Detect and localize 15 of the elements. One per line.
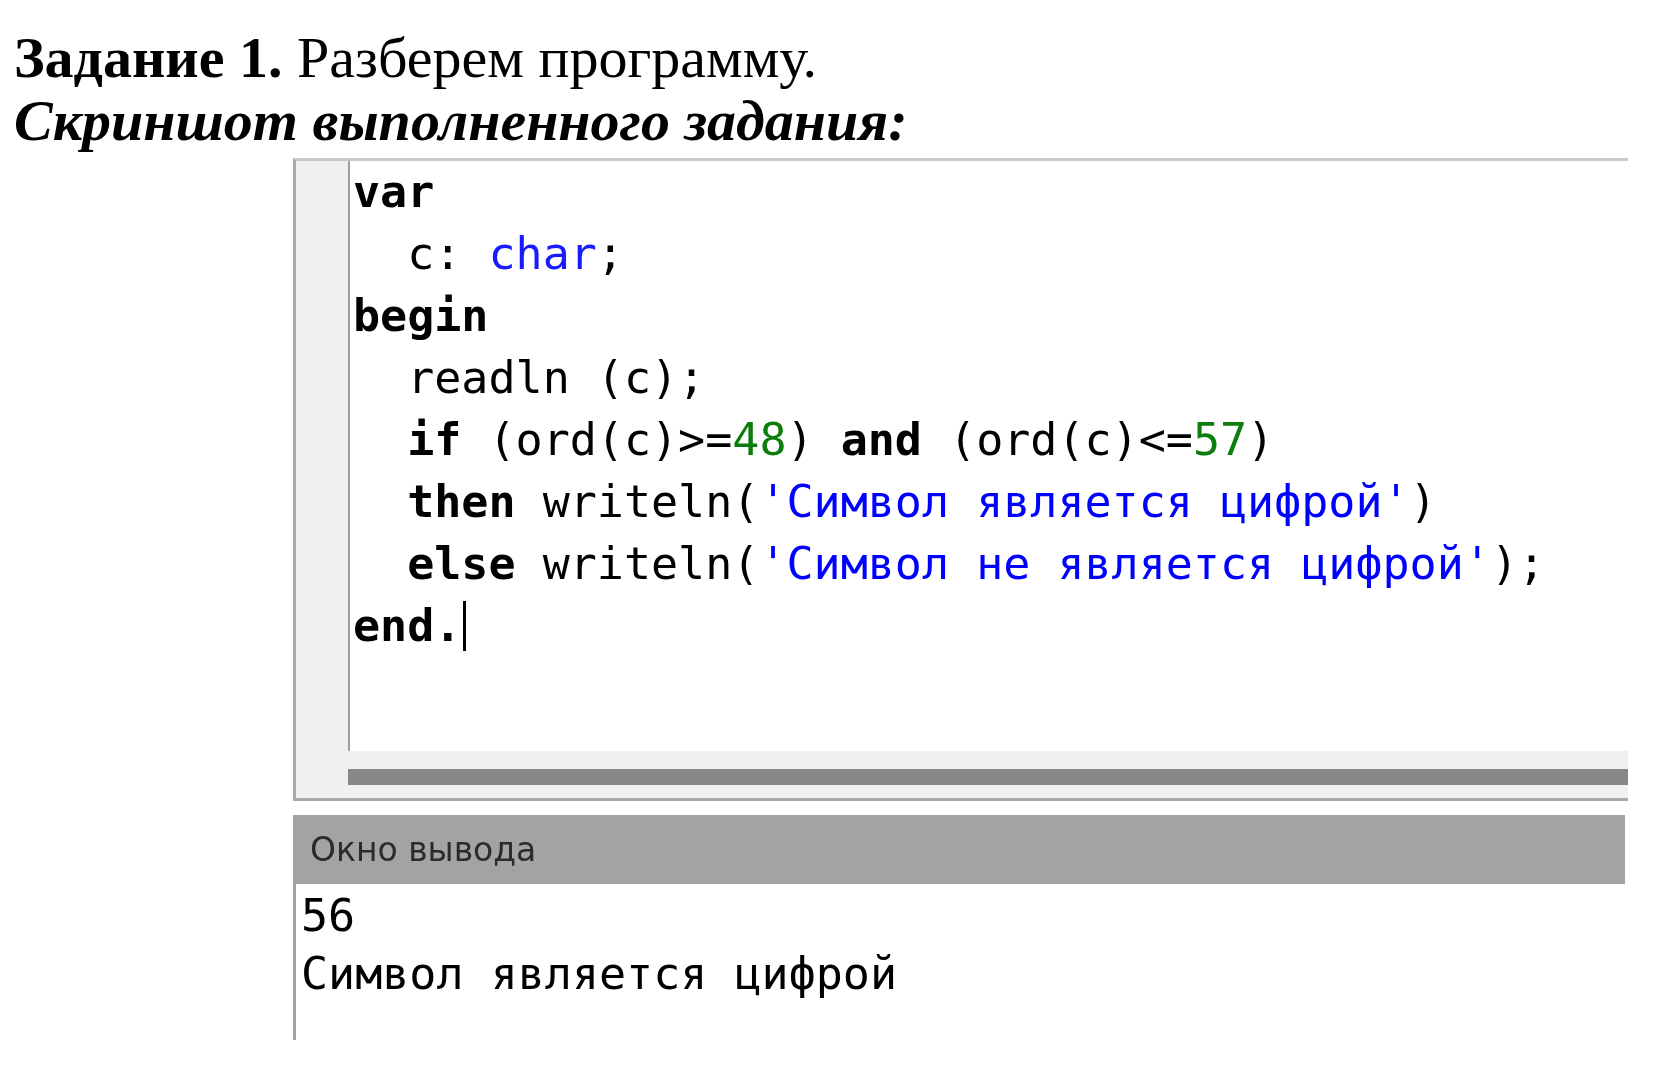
code-line: end. xyxy=(353,598,462,654)
output-panel-title: Окно вывода xyxy=(293,815,1625,884)
output-line: Символ является цифрой xyxy=(301,946,898,1002)
code-line: if (ord(c)>=48) and (ord(c)<=57) xyxy=(407,412,1275,468)
code-line: then writeln('Символ является цифрой') xyxy=(407,474,1437,530)
section-subheading: Скриншот выполненного задания: xyxy=(14,89,908,152)
code-line: else writeln('Символ не является цифрой'); xyxy=(407,536,1546,592)
output-line: 56 xyxy=(301,888,356,944)
code-line: var xyxy=(353,164,435,220)
code-line: begin xyxy=(353,288,489,344)
code-line: c: char; xyxy=(407,226,624,282)
code-editor[interactable]: var c: char; begin readln (c); if (ord(c)>=48) and (ord(c)<=57) then writeln('Символ является цифрой') else writeln('Символ не является цифрой'); end. xyxy=(293,158,1628,801)
scrollbar-thumb[interactable] xyxy=(348,769,1628,785)
task-heading: Задание 1. Разберем программу. xyxy=(14,26,818,89)
code-line: readln (c); xyxy=(407,350,706,406)
